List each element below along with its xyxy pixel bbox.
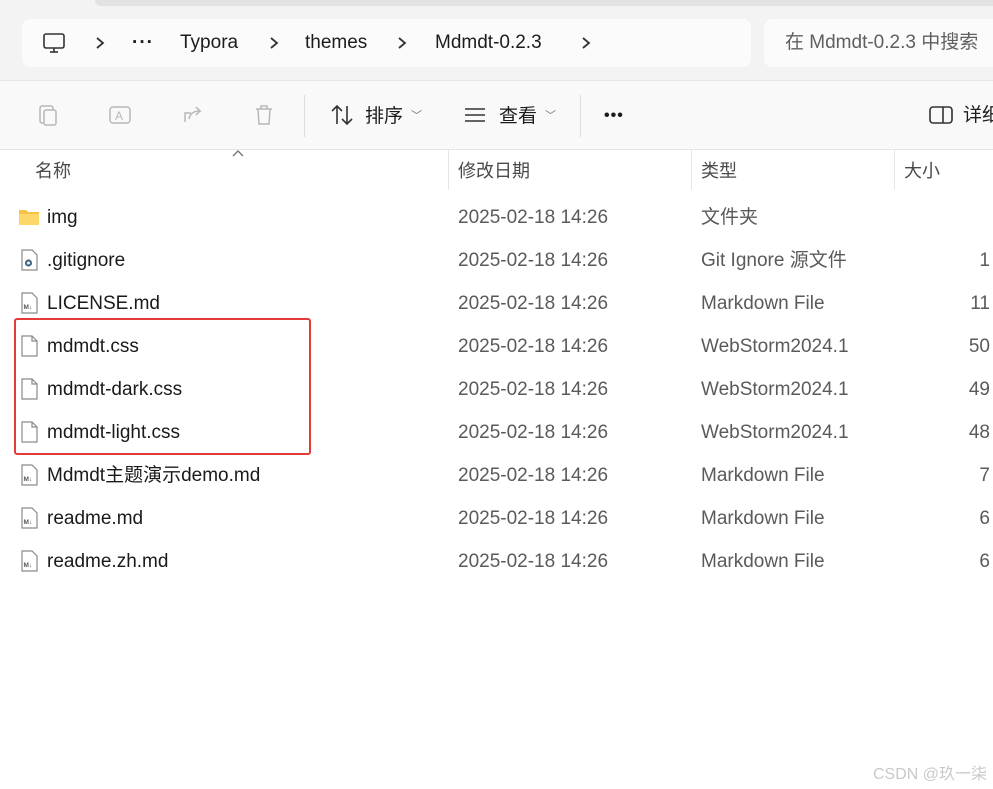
svg-text:M↓: M↓ [24,476,33,483]
details-button[interactable]: 详细信息 [963,81,993,151]
column-divider[interactable] [894,150,895,190]
column-size[interactable]: 大小 [904,150,940,192]
file-name: img [47,207,78,228]
tab-strip-edge [95,0,993,6]
view-icon[interactable] [462,102,488,128]
highlight-box [14,318,311,455]
search-box[interactable]: 在 Mdmdt-0.2.3 中搜索 [764,19,993,67]
column-name[interactable]: 名称 [35,150,71,192]
file-type: WebStorm2024.1 [701,422,849,443]
address-bar[interactable]: ··· Typora themes Mdmdt-0.2.3 [22,19,751,67]
column-date[interactable]: 修改日期 [458,150,530,192]
sort-button[interactable]: 排序 ﹀ [365,81,422,151]
file-date: 2025-02-18 14:26 [458,250,609,271]
file-date: 2025-02-18 14:26 [458,293,609,314]
file-date: 2025-02-18 14:26 [458,379,609,400]
markdown-file-icon: M↓ [21,550,38,572]
file-type: WebStorm2024.1 [701,336,849,357]
file-name: Mdmdt主题演示demo.md [47,465,261,486]
view-label: 查看 [499,106,538,127]
svg-text:M↓: M↓ [24,304,33,311]
file-size: 6 [979,508,990,529]
chevron-right-icon[interactable] [268,36,280,50]
chevron-right-icon[interactable] [396,36,408,50]
view-button[interactable]: 查看 ﹀ [499,81,556,151]
breadcrumb-item-current[interactable]: Mdmdt-0.2.3 [435,19,542,67]
svg-text:M↓: M↓ [24,562,33,569]
computer-icon[interactable] [42,31,66,55]
file-row[interactable]: M↓ readme.md 2025-02-18 14:26 Markdown F… [0,497,993,540]
file-name: readme.md [47,508,144,529]
chevron-down-icon: ﹀ [545,110,557,122]
file-row[interactable]: M↓ Mdmdt主题演示demo.md 2025-02-18 14:26 Mar… [0,454,993,497]
rename-icon[interactable]: A [107,102,133,128]
file-date: 2025-02-18 14:26 [458,207,609,228]
file-row[interactable]: .gitignore 2025-02-18 14:26 Git Ignore 源… [0,239,993,282]
file-type: Markdown File [701,293,825,314]
file-date: 2025-02-18 14:26 [458,508,609,529]
file-date: 2025-02-18 14:26 [458,336,609,357]
markdown-file-icon: M↓ [21,292,38,314]
sort-label: 排序 [365,106,404,127]
file-size: 48 [968,422,990,443]
command-bar: A 排序 ﹀ 查看 ﹀ ••• 详细信息 [0,80,993,150]
chevron-right-icon[interactable] [580,36,592,50]
markdown-file-icon: M↓ [21,464,38,486]
file-date: 2025-02-18 14:26 [458,465,609,486]
chevron-right-icon[interactable] [94,36,106,50]
file-size: 11 [970,293,990,314]
svg-text:M↓: M↓ [24,519,33,526]
file-date: 2025-02-18 14:26 [458,551,609,572]
breadcrumb-more[interactable]: ··· [132,19,154,67]
svg-text:A: A [115,109,123,123]
file-type: Git Ignore 源文件 [701,250,847,271]
file-size: 7 [979,465,990,486]
column-type[interactable]: 类型 [701,150,737,192]
chevron-down-icon: ﹀ [411,110,423,122]
more-options-button[interactable]: ••• [604,81,624,151]
column-divider[interactable] [691,150,692,190]
file-name: readme.zh.md [47,551,169,572]
file-size: 6 [979,551,990,572]
file-name: .gitignore [47,250,126,271]
file-type: Markdown File [701,551,825,572]
folder-icon [19,210,39,225]
file-row[interactable]: img 2025-02-18 14:26 文件夹 [0,196,993,239]
file-type: Markdown File [701,465,825,486]
column-header: 名称 修改日期 类型 大小 [0,150,993,195]
details-pane-icon[interactable] [928,102,954,128]
copy-icon[interactable] [35,102,61,128]
file-type: WebStorm2024.1 [701,379,849,400]
toolbar-divider [580,95,581,137]
file-type: 文件夹 [701,207,759,228]
share-icon[interactable] [180,102,206,128]
file-row[interactable]: M↓ readme.zh.md 2025-02-18 14:26 Markdow… [0,540,993,583]
breadcrumb-item-themes[interactable]: themes [305,19,367,67]
toolbar-divider [304,95,305,137]
file-size: 49 [968,379,990,400]
file-type: Markdown File [701,508,825,529]
delete-icon[interactable] [251,102,277,128]
file-size: 50 [968,336,990,357]
breadcrumb-item-typora[interactable]: Typora [180,19,238,67]
column-divider[interactable] [448,150,449,190]
markdown-file-icon: M↓ [21,507,38,529]
sort-icon[interactable] [329,102,355,128]
file-date: 2025-02-18 14:26 [458,422,609,443]
file-size: 1 [979,250,990,271]
gear-file-icon [21,249,38,271]
watermark: CSDN @玖一柒 [872,766,987,783]
chevron-up-icon [232,150,244,157]
